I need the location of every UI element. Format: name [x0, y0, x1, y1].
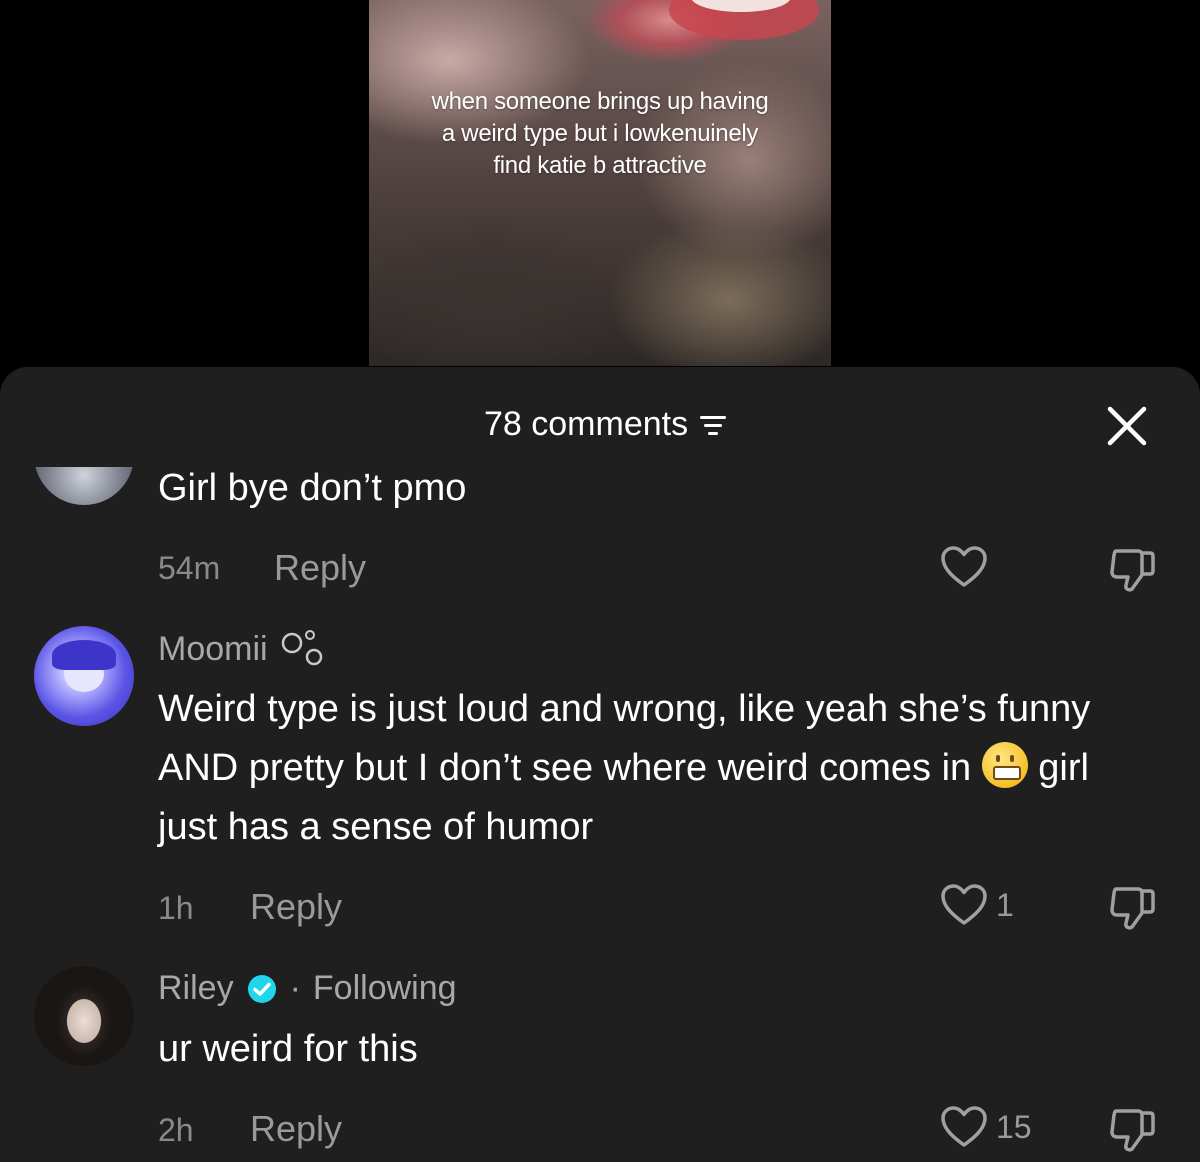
- video-preview[interactable]: when someone brings up having a weird ty…: [369, 0, 831, 366]
- comment-text: Girl bye don’t pmo: [158, 467, 467, 509]
- comment-time: 1h: [158, 890, 194, 926]
- like-count: 1: [996, 886, 1014, 923]
- grimacing-face-emoji: [981, 742, 1028, 788]
- reply-button[interactable]: Reply: [274, 547, 366, 589]
- separator-dot: ·: [289, 969, 301, 1007]
- avatar[interactable]: [34, 966, 134, 1066]
- heart-icon: [941, 546, 987, 587]
- comment-username[interactable]: Moomii: [158, 629, 326, 669]
- avatar[interactable]: [34, 626, 134, 726]
- comment-username[interactable]: Riley · Following: [158, 969, 457, 1008]
- bubbles-icon: [281, 630, 322, 666]
- close-icon[interactable]: [1106, 405, 1148, 447]
- avatar-hair: [52, 640, 116, 670]
- comments-header: 78 comments: [0, 367, 1200, 467]
- like-button[interactable]: [940, 545, 988, 589]
- reply-button[interactable]: Reply: [250, 886, 342, 928]
- comment-text-part1: Weird type is just loud and wrong, like …: [158, 688, 1091, 789]
- video-caption: when someone brings up having a weird ty…: [431, 88, 769, 179]
- like-button[interactable]: 1: [940, 883, 1014, 927]
- heart-icon: [941, 884, 987, 925]
- comment-time: 54m: [158, 550, 221, 586]
- dislike-icon[interactable]: [1108, 1107, 1158, 1153]
- username-text: Riley: [158, 969, 234, 1007]
- comment-time: 2h: [158, 1112, 194, 1148]
- dislike-icon[interactable]: [1108, 547, 1158, 593]
- comments-sheet: Girl bye don’t pmo 54m Reply 78 comments: [0, 367, 1200, 1162]
- like-button[interactable]: 15: [940, 1105, 1032, 1149]
- comment-text: Weird type is just loud and wrong, like …: [158, 680, 1148, 857]
- verified-badge-icon: [247, 974, 276, 1003]
- like-count: 15: [996, 1108, 1032, 1145]
- dislike-icon[interactable]: [1108, 885, 1158, 931]
- username-text: Moomii: [158, 629, 268, 668]
- comments-count: 78 comments: [484, 405, 689, 443]
- reply-button[interactable]: Reply: [250, 1108, 342, 1150]
- following-label: Following: [312, 969, 457, 1007]
- comment-text: ur weird for this: [158, 1028, 418, 1070]
- heart-icon: [941, 1106, 987, 1147]
- sort-filter-icon[interactable]: [700, 414, 727, 436]
- comments-title[interactable]: 78 comments: [484, 405, 727, 444]
